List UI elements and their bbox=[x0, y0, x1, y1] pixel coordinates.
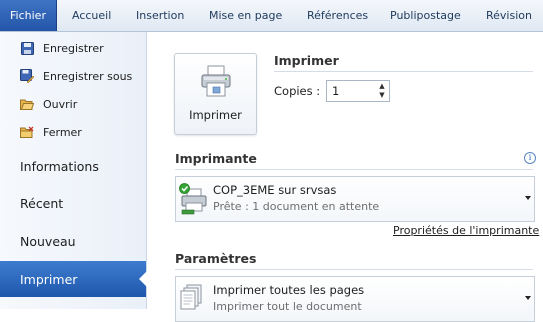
printer-icon bbox=[201, 65, 231, 100]
nav-tab-nouveau[interactable]: Nouveau bbox=[0, 223, 146, 259]
print-button[interactable]: Imprimer bbox=[174, 53, 257, 135]
open-folder-icon bbox=[20, 97, 34, 111]
print-heading-divider bbox=[274, 71, 533, 72]
nav-tab-imprimer[interactable]: Imprimer bbox=[0, 261, 147, 297]
save-as-label: Enregistrer sous bbox=[43, 69, 133, 83]
chevron-down-icon[interactable] bbox=[525, 296, 531, 300]
printer-section-divider bbox=[175, 169, 533, 170]
save-label: Enregistrer bbox=[43, 41, 104, 55]
copies-up-icon[interactable]: ▲ bbox=[377, 82, 387, 90]
copies-value[interactable]: 1 bbox=[332, 84, 339, 98]
close-command[interactable]: Fermer bbox=[0, 119, 146, 145]
tab-references[interactable]: Références bbox=[307, 0, 368, 31]
printer-section-heading: Imprimante bbox=[175, 151, 257, 166]
nav-tab-recent[interactable]: Récent bbox=[0, 185, 146, 221]
nav-tab-informations[interactable]: Informations bbox=[0, 148, 146, 184]
nav-tab-recent-label: Récent bbox=[20, 195, 64, 211]
settings-section-divider bbox=[175, 269, 533, 270]
print-range-title: Imprimer toutes les pages bbox=[213, 283, 365, 297]
copies-label: Copies : bbox=[274, 84, 321, 98]
print-button-label: Imprimer bbox=[189, 108, 242, 122]
ribbon-tab-bar: Fichier Accueil Insertion Mise en page R… bbox=[0, 0, 543, 32]
copies-down-icon[interactable]: ▼ bbox=[377, 91, 387, 99]
tab-accueil[interactable]: Accueil bbox=[72, 0, 111, 31]
print-range-subtitle: Imprimer tout le document bbox=[213, 300, 362, 313]
printer-ready-icon bbox=[179, 183, 209, 218]
chevron-down-icon[interactable] bbox=[525, 196, 531, 200]
tab-fichier[interactable]: Fichier bbox=[0, 0, 57, 31]
close-label: Fermer bbox=[43, 125, 82, 139]
save-as-icon bbox=[20, 69, 34, 83]
backstage-nav: Enregistrer Enregistrer sous Ouvrir Ferm… bbox=[0, 32, 147, 309]
printer-properties-link[interactable]: Propriétés de l'imprimante bbox=[393, 224, 539, 237]
info-icon[interactable]: i bbox=[524, 152, 536, 164]
open-label: Ouvrir bbox=[43, 97, 78, 111]
close-folder-icon bbox=[20, 125, 34, 139]
nav-tab-informations-label: Informations bbox=[20, 158, 99, 174]
printer-dropdown[interactable]: COP_3EME sur srvsas Prête : 1 document e… bbox=[175, 176, 535, 222]
printer-status: Prête : 1 document en attente bbox=[213, 200, 380, 213]
pages-icon bbox=[179, 283, 205, 318]
save-as-command[interactable]: Enregistrer sous bbox=[0, 63, 146, 89]
copies-stepper[interactable]: 1 ▲ ▼ bbox=[326, 80, 390, 102]
printer-name: COP_3EME sur srvsas bbox=[213, 183, 337, 197]
nav-tab-nouveau-label: Nouveau bbox=[20, 233, 76, 249]
print-heading: Imprimer bbox=[274, 53, 339, 68]
save-icon bbox=[20, 41, 34, 55]
tab-insertion[interactable]: Insertion bbox=[136, 0, 184, 31]
tab-mise-en-page[interactable]: Mise en page bbox=[209, 0, 282, 31]
tab-publipostage[interactable]: Publipostage bbox=[390, 0, 461, 31]
open-command[interactable]: Ouvrir bbox=[0, 91, 146, 117]
print-range-dropdown[interactable]: Imprimer toutes les pages Imprimer tout … bbox=[175, 276, 535, 322]
nav-tab-imprimer-label: Imprimer bbox=[20, 271, 78, 287]
tab-revision[interactable]: Révision bbox=[486, 0, 532, 31]
save-command[interactable]: Enregistrer bbox=[0, 35, 146, 61]
settings-section-heading: Paramètres bbox=[175, 251, 257, 266]
